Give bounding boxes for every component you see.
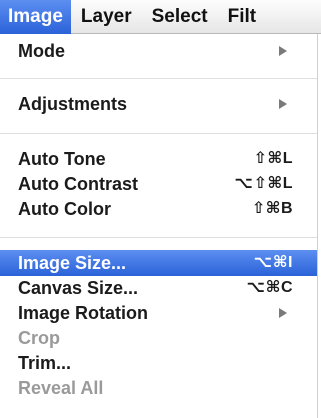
menu-separator [0,237,317,238]
menu-separator [0,78,317,79]
shortcut-label: ⌥⌘C [246,279,293,296]
menu-separator [0,133,317,134]
menu-item-label: Mode [18,41,65,61]
menu-item-label: Auto Tone [18,149,106,169]
shortcut-label: ⌥⇧⌘L [234,175,293,192]
menu-item-label: Auto Contrast [18,174,138,194]
screen: Image Layer Select Filt Mode Adjustments… [0,0,321,418]
menubar-item-filter[interactable]: Filt [218,0,267,34]
menu-item-auto-contrast[interactable]: Auto Contrast ⌥⇧⌘L [0,171,317,197]
shortcut-label: ⇧⌘B [251,200,293,217]
image-menu-dropdown: Mode Adjustments Auto Tone ⇧⌘L Auto Cont… [0,34,318,418]
submenu-arrow-icon [279,308,287,318]
menu-item-reveal-all: Reveal All [0,375,317,401]
menu-item-label: Auto Color [18,199,111,219]
menu-item-image-rotation[interactable]: Image Rotation [0,300,317,326]
menu-item-label: Canvas Size... [18,278,139,298]
menu-item-auto-tone[interactable]: Auto Tone ⇧⌘L [0,146,317,172]
menu-item-image-size[interactable]: Image Size... ⌥⌘I [0,250,317,276]
menubar-item-image[interactable]: Image [0,0,71,34]
submenu-arrow-icon [279,99,287,109]
menu-item-auto-color[interactable]: Auto Color ⇧⌘B [0,196,317,222]
menu-item-crop: Crop [0,325,317,351]
menubar-item-select[interactable]: Select [142,0,218,34]
submenu-arrow-icon [279,46,287,56]
menu-item-mode[interactable]: Mode [0,38,317,64]
shortcut-label: ⌥⌘I [253,254,293,271]
menu-item-label: Crop [18,328,60,348]
menu-bar: Image Layer Select Filt [0,0,321,34]
menu-item-label: Adjustments [18,94,128,114]
menu-item-canvas-size[interactable]: Canvas Size... ⌥⌘C [0,275,317,301]
menubar-item-layer[interactable]: Layer [71,0,142,34]
menu-item-label: Image Size... [18,253,127,273]
menu-item-label: Image Rotation [18,303,149,323]
shortcut-label: ⇧⌘L [253,150,293,167]
menu-item-trim[interactable]: Trim... [0,350,317,376]
menu-item-label: Reveal All [18,378,104,398]
menu-item-adjustments[interactable]: Adjustments [0,91,317,117]
menu-item-label: Trim... [18,353,72,373]
